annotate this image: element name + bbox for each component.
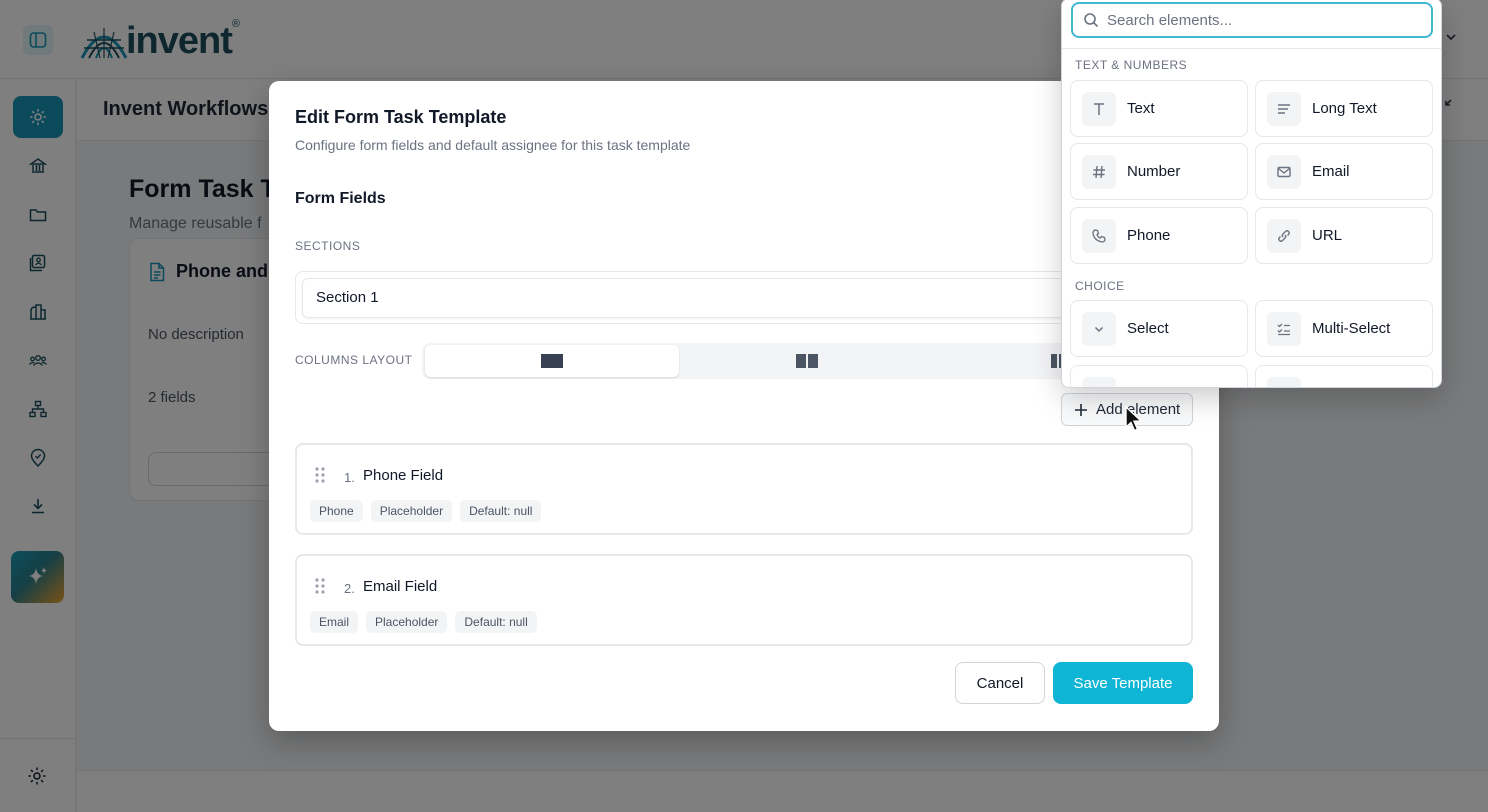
element-option-label: Email [1312,163,1350,180]
group-label-text-numbers: TEXT & NUMBERS [1075,58,1188,72]
element-option-number[interactable]: Number [1070,143,1248,200]
element-picker-dropdown: TEXT & NUMBERS Text Long Text Number Ema… [1061,0,1442,388]
element-option-label: Multi-Select [1312,320,1391,337]
field-placeholder-tag: Placeholder [370,500,453,522]
search-icon [1084,13,1099,28]
drag-handle-icon[interactable] [315,467,325,483]
field-tags: Email Placeholder Default: null [310,611,537,633]
field-type-tag: Email [310,611,359,633]
drag-handle-icon[interactable] [315,578,325,594]
element-option-label: Number [1127,163,1181,180]
phone-icon [1082,218,1116,253]
element-option-text[interactable]: Text [1070,80,1248,137]
group-label-choice: CHOICE [1075,279,1125,293]
modal-subtitle: Configure form fields and default assign… [295,137,691,153]
columns-layout-label: COLUMNS LAYOUT [295,353,413,367]
mouse-cursor-icon [1125,405,1143,432]
cancel-button[interactable]: Cancel [955,662,1045,704]
field-type-tag: Phone [310,500,363,522]
field-tags: Phone Placeholder Default: null [310,500,542,522]
one-column-icon [541,354,563,368]
section-tab[interactable]: Section 1 [302,278,1182,318]
element-search-box[interactable] [1071,2,1433,38]
element-option-select[interactable]: Select [1070,300,1248,357]
element-option-partial[interactable] [1255,365,1433,387]
hash-icon [1082,154,1116,189]
element-option-label: Long Text [1312,100,1377,117]
field-default-tag: Default: null [460,500,542,522]
sections-label: SECTIONS [295,239,361,253]
element-option-label: Select [1127,320,1169,337]
element-option-label: Phone [1127,227,1171,244]
one-column-option[interactable] [425,345,679,377]
plus-icon [1075,403,1087,416]
field-number: 2. [344,581,355,596]
two-column-option[interactable] [680,345,934,377]
field-name: Phone Field [363,467,444,484]
field-default-tag: Default: null [455,611,537,633]
save-template-button[interactable]: Save Template [1053,662,1193,704]
two-column-icon [796,354,818,368]
field-placeholder-tag: Placeholder [366,611,448,633]
form-field-row[interactable]: 1. Phone Field Phone Placeholder Default… [295,443,1193,535]
sections-container: Section 1 [295,271,1192,324]
text-icon [1082,91,1116,126]
mail-icon [1267,154,1301,189]
checkbox-icon [1082,376,1116,387]
field-number: 1. [344,470,355,485]
element-option-multi-select[interactable]: Multi-Select [1255,300,1433,357]
form-fields-heading: Form Fields [295,190,386,207]
element-option-email[interactable]: Email [1255,143,1433,200]
link-icon [1267,218,1301,253]
field-name: Email Field [363,578,438,595]
element-option-url[interactable]: URL [1255,207,1433,264]
long-text-icon [1267,91,1301,126]
element-search-bar [1062,0,1441,49]
element-option-label: Text [1127,100,1155,117]
list-check-icon [1267,311,1301,346]
chevron-down-icon [1082,311,1116,346]
element-option-partial[interactable] [1070,365,1248,387]
element-option-label: URL [1312,227,1343,244]
form-field-row[interactable]: 2. Email Field Email Placeholder Default… [295,554,1193,646]
element-search-input[interactable] [1107,11,1407,29]
checkbox-list-icon [1267,376,1301,387]
modal-title: Edit Form Task Template [295,107,507,127]
element-option-phone[interactable]: Phone [1070,207,1248,264]
element-option-long-text[interactable]: Long Text [1255,80,1433,137]
